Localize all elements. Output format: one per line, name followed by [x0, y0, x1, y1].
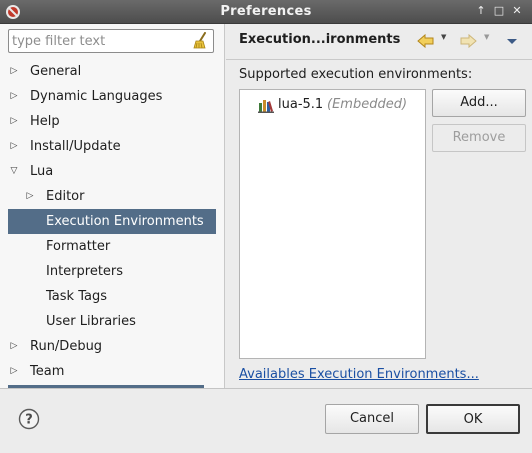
window-title: Preferences: [220, 4, 312, 19]
tree-item-dynamic-languages[interactable]: ▷ Dynamic Languages: [0, 84, 224, 109]
tree-item-label: Run/Debug: [30, 339, 103, 354]
back-dropdown-icon[interactable]: ▼: [441, 33, 446, 41]
environments-list[interactable]: lua-5.1 (Embedded): [239, 89, 426, 359]
expand-arrow-icon[interactable]: ▷: [8, 134, 20, 159]
view-menu-icon[interactable]: [505, 33, 519, 49]
tree-item-execution-environments[interactable]: Execution Environments: [0, 209, 224, 234]
tree-item-label: Editor: [46, 189, 85, 204]
pin-icon[interactable]: ↑: [474, 4, 488, 18]
tree-item-install-update[interactable]: ▷ Install/Update: [0, 134, 224, 159]
environment-name: lua-5.1: [278, 97, 324, 112]
forward-arrow-icon[interactable]: [459, 33, 477, 49]
tree-item-user-libraries[interactable]: User Libraries: [0, 309, 224, 334]
environment-tag: (Embedded): [327, 97, 408, 112]
add-button[interactable]: Add...: [432, 89, 526, 117]
svg-text:?: ?: [25, 413, 33, 428]
help-icon[interactable]: ?: [18, 408, 40, 430]
footer-divider: [0, 388, 532, 389]
maximize-icon[interactable]: □: [492, 4, 506, 18]
forward-dropdown-icon[interactable]: ▼: [484, 33, 489, 41]
expand-arrow-icon[interactable]: ▷: [8, 59, 20, 84]
expand-arrow-icon[interactable]: ▷: [8, 109, 20, 134]
title-bar: Preferences ↑ □ ✕: [0, 0, 532, 24]
expand-arrow-icon[interactable]: ▷: [8, 84, 20, 109]
expand-arrow-icon[interactable]: ▷: [8, 359, 20, 384]
tree-item-help[interactable]: ▷ Help: [0, 109, 224, 134]
tree-item-general[interactable]: ▷ General: [0, 59, 224, 84]
tree-item-label: Help: [30, 114, 60, 129]
remove-button[interactable]: Remove: [432, 124, 526, 152]
tree-item-label: Lua: [30, 164, 54, 179]
filter-field: [8, 29, 214, 53]
back-arrow-icon[interactable]: [417, 33, 435, 49]
tree-item-team[interactable]: ▷ Team: [0, 359, 224, 384]
preference-tree: ▷ General ▷ Dynamic Languages ▷ Help ▷ I…: [0, 59, 224, 384]
tree-item-lua[interactable]: ▽ Lua: [0, 159, 224, 184]
tree-item-label: Team: [30, 364, 65, 379]
section-label: Supported execution environments:: [239, 67, 473, 82]
tree-item-label: Formatter: [46, 239, 111, 254]
tree-item-label: Install/Update: [30, 139, 121, 154]
tree-item-label: Execution Environments: [46, 214, 204, 229]
tree-item-run-debug[interactable]: ▷ Run/Debug: [0, 334, 224, 359]
tree-item-label: Dynamic Languages: [30, 89, 163, 104]
tree-item-label: User Libraries: [46, 314, 136, 329]
tree-item-task-tags[interactable]: Task Tags: [0, 284, 224, 309]
filter-input[interactable]: [12, 32, 190, 50]
collapse-arrow-icon[interactable]: ▽: [8, 159, 20, 184]
library-icon: [258, 100, 274, 113]
tree-item-interpreters[interactable]: Interpreters: [0, 259, 224, 284]
preference-page: Execution...ironments ▼ ▼ Supported exec…: [226, 24, 532, 388]
tree-item-label: Task Tags: [46, 289, 107, 304]
expand-arrow-icon[interactable]: ▷: [24, 184, 36, 209]
tree-item-editor[interactable]: ▷ Editor: [0, 184, 224, 209]
header-divider: [226, 59, 532, 60]
ok-button[interactable]: OK: [426, 404, 520, 434]
available-environments-link[interactable]: Availables Execution Environments...: [239, 367, 479, 382]
page-title: Execution...ironments: [239, 32, 401, 47]
tree-item-label: Interpreters: [46, 264, 124, 279]
clear-filter-icon[interactable]: [192, 32, 210, 50]
close-icon[interactable]: ✕: [510, 4, 524, 18]
preferences-tree-pane: ▷ General ▷ Dynamic Languages ▷ Help ▷ I…: [0, 24, 225, 388]
expand-arrow-icon[interactable]: ▷: [8, 334, 20, 359]
tree-item-formatter[interactable]: Formatter: [0, 234, 224, 259]
tree-item-label: General: [30, 64, 82, 79]
cancel-button[interactable]: Cancel: [325, 404, 419, 434]
